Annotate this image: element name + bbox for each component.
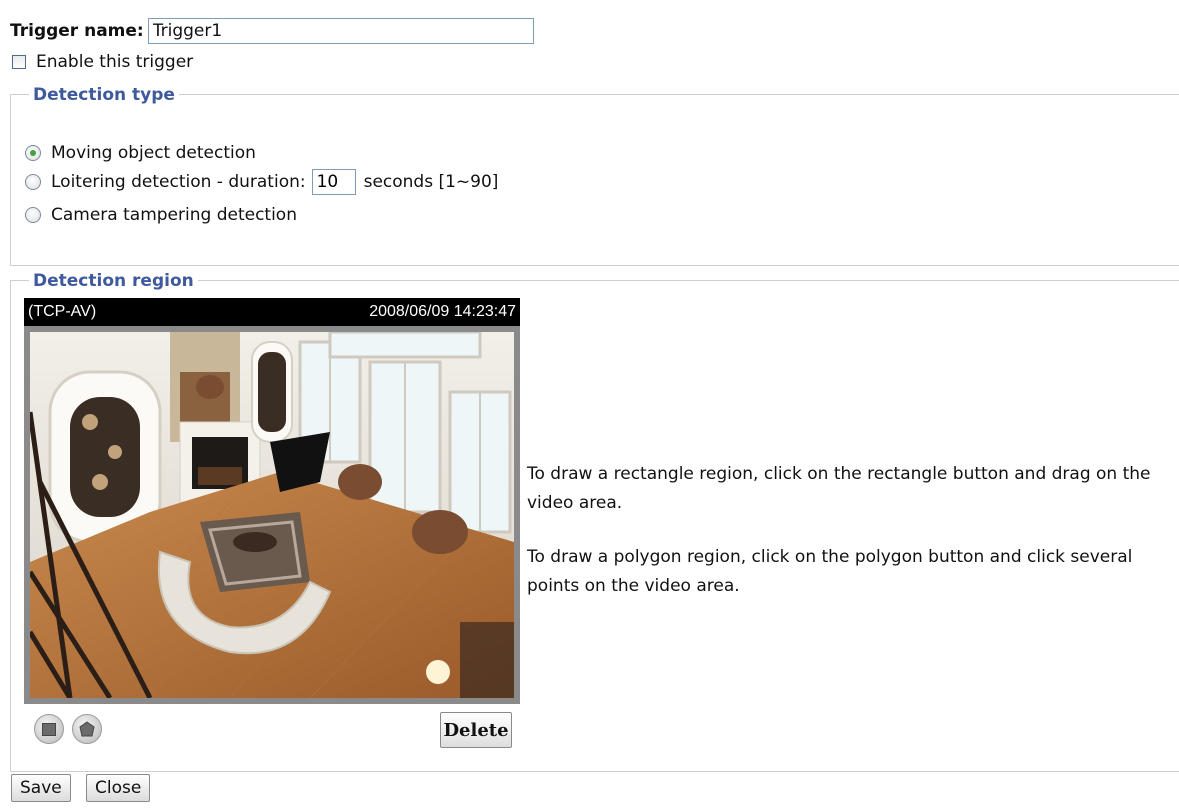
polygon-icon bbox=[79, 721, 95, 737]
delete-button[interactable]: Delete bbox=[440, 712, 512, 748]
video-image[interactable] bbox=[30, 332, 514, 698]
loitering-radio[interactable] bbox=[25, 174, 41, 190]
save-button[interactable]: Save bbox=[11, 774, 71, 802]
enable-trigger-checkbox[interactable] bbox=[12, 55, 26, 69]
stream-label: (TCP-AV) bbox=[28, 303, 97, 320]
enable-trigger-label: Enable this trigger bbox=[36, 52, 194, 72]
polygon-tool-button[interactable] bbox=[72, 714, 102, 744]
moving-object-label: Moving object detection bbox=[51, 143, 256, 163]
rectangle-icon bbox=[42, 722, 56, 736]
detection-region-legend: Detection region bbox=[29, 271, 198, 291]
trigger-name-input[interactable] bbox=[147, 18, 534, 44]
duration-input[interactable] bbox=[311, 169, 356, 195]
moving-object-radio[interactable] bbox=[25, 145, 41, 161]
option-moving-object[interactable]: Moving object detection bbox=[25, 143, 256, 163]
video-area[interactable] bbox=[24, 326, 520, 704]
enable-trigger-row[interactable]: Enable this trigger bbox=[12, 52, 193, 72]
duration-suffix: seconds [1~90] bbox=[363, 172, 499, 192]
video-header: (TCP-AV) 2008/06/09 14:23:47 bbox=[24, 298, 520, 326]
help-rectangle-text: To draw a rectangle region, click on the… bbox=[527, 464, 1151, 513]
camera-tampering-radio[interactable] bbox=[25, 207, 41, 223]
close-button[interactable]: Close bbox=[86, 774, 151, 802]
video-timestamp: 2008/06/09 14:23:47 bbox=[369, 303, 516, 320]
help-polygon-text: To draw a polygon region, click on the p… bbox=[527, 547, 1133, 596]
detection-type-group: Detection type Moving object detection L… bbox=[10, 85, 1179, 266]
rectangle-tool-button[interactable] bbox=[34, 714, 64, 744]
detection-type-legend: Detection type bbox=[29, 85, 179, 105]
option-camera-tampering[interactable]: Camera tampering detection bbox=[25, 205, 297, 225]
loitering-label: Loitering detection - duration: bbox=[51, 172, 306, 192]
trigger-name-row: Trigger name: bbox=[10, 16, 534, 46]
camera-tampering-label: Camera tampering detection bbox=[51, 205, 297, 225]
option-loitering[interactable]: Loitering detection - duration: seconds … bbox=[25, 169, 498, 195]
trigger-name-label: Trigger name: bbox=[10, 21, 144, 41]
